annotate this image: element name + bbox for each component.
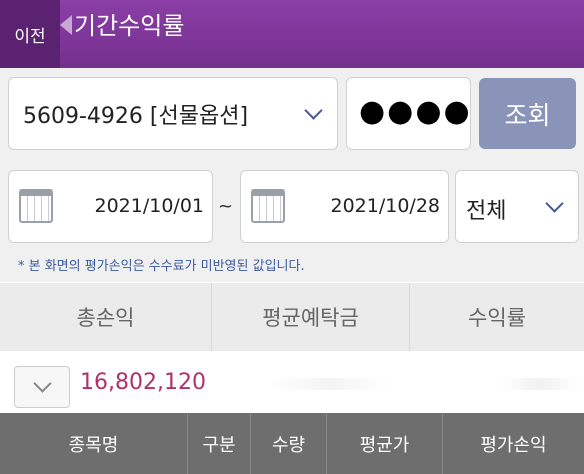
list-header: 종목명 구분 수량 평균가 평가손익	[0, 413, 584, 474]
start-date-value: 2021/10/01	[94, 195, 204, 217]
calendar-icon	[251, 189, 285, 223]
account-select[interactable]: 5609-4926 [선물옵션]	[8, 77, 338, 150]
return-rate-value	[500, 378, 580, 390]
account-value: 5609-4926 [선물옵션]	[23, 104, 249, 129]
filter-select[interactable]: 전체	[455, 170, 579, 243]
col-type: 구분	[188, 413, 251, 474]
chevron-down-icon	[304, 101, 323, 120]
password-input[interactable]: ●●●●	[346, 77, 471, 150]
date-separator: ~	[218, 196, 234, 217]
header-return-rate: 수익률	[410, 283, 584, 351]
password-value: ●●●●	[359, 94, 472, 129]
end-date-value: 2021/10/28	[330, 195, 440, 217]
notice-text: * 본 화면의 평가손익은 수수료가 미반영된 값입니다.	[18, 259, 305, 274]
col-name: 종목명	[0, 413, 188, 474]
end-date-field[interactable]: 2021/10/28	[240, 170, 449, 243]
start-date-field[interactable]: 2021/10/01	[8, 170, 213, 243]
total-pl-value: 16,802,120	[80, 370, 206, 395]
page-title: 기간수익률	[74, 12, 185, 40]
expand-button[interactable]	[14, 366, 70, 408]
back-button[interactable]: 이전	[0, 0, 60, 68]
col-avg-price: 평균가	[327, 413, 443, 474]
avg-deposit-value	[270, 378, 390, 390]
chevron-down-icon	[545, 194, 564, 213]
chevron-down-icon	[33, 374, 52, 393]
col-qty: 수량	[251, 413, 327, 474]
header-avg-deposit: 평균예탁금	[212, 283, 410, 351]
back-label: 이전	[14, 26, 46, 47]
col-eval-pl: 평가손익	[480, 434, 547, 456]
header-total-pl: 총손익	[0, 283, 212, 351]
calendar-icon	[19, 189, 53, 223]
filter-value: 전체	[466, 199, 507, 224]
back-arrow-icon	[60, 15, 72, 35]
query-button[interactable]: 조회	[479, 78, 576, 149]
